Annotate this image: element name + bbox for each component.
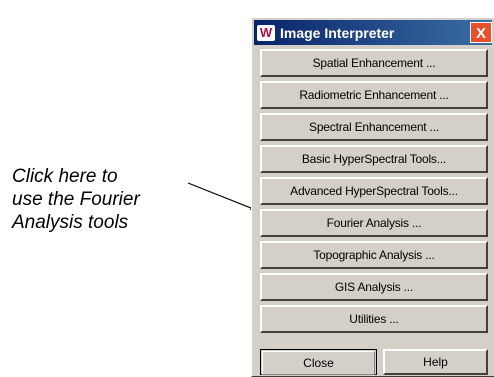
help-button[interactable]: Help [383, 349, 488, 375]
basic-hyperspectral-tools-button[interactable]: Basic HyperSpectral Tools... [260, 145, 488, 173]
gis-analysis-button[interactable]: GIS Analysis ... [260, 273, 488, 301]
utilities-button[interactable]: Utilities ... [260, 305, 488, 333]
image-interpreter-window: W Image Interpreter X Spatial Enhancemen… [251, 17, 494, 377]
advanced-hyperspectral-tools-button[interactable]: Advanced HyperSpectral Tools... [260, 177, 488, 205]
tool-menu: Spatial Enhancement ... Radiometric Enha… [260, 49, 488, 337]
callout-line-3: Analysis tools [12, 212, 129, 233]
dialog-actions: Close Help [260, 349, 488, 375]
callout-line-2: use the Fourier [12, 189, 140, 210]
app-icon: W [257, 24, 275, 41]
topographic-analysis-button[interactable]: Topographic Analysis ... [260, 241, 488, 269]
spectral-enhancement-button[interactable]: Spectral Enhancement ... [260, 113, 488, 141]
callout-text: Click here to use the Fourier Analysis t… [12, 165, 222, 234]
radiometric-enhancement-button[interactable]: Radiometric Enhancement ... [260, 81, 488, 109]
close-button[interactable]: Close [260, 349, 377, 375]
close-button-label: Close [262, 351, 375, 375]
window-title: Image Interpreter [280, 24, 395, 41]
spatial-enhancement-button[interactable]: Spatial Enhancement ... [260, 49, 488, 77]
close-icon[interactable]: X [470, 22, 492, 43]
callout-line-1: Click here to [12, 166, 118, 187]
fourier-analysis-button[interactable]: Fourier Analysis ... [260, 209, 488, 237]
title-bar[interactable]: W Image Interpreter X [254, 20, 492, 45]
